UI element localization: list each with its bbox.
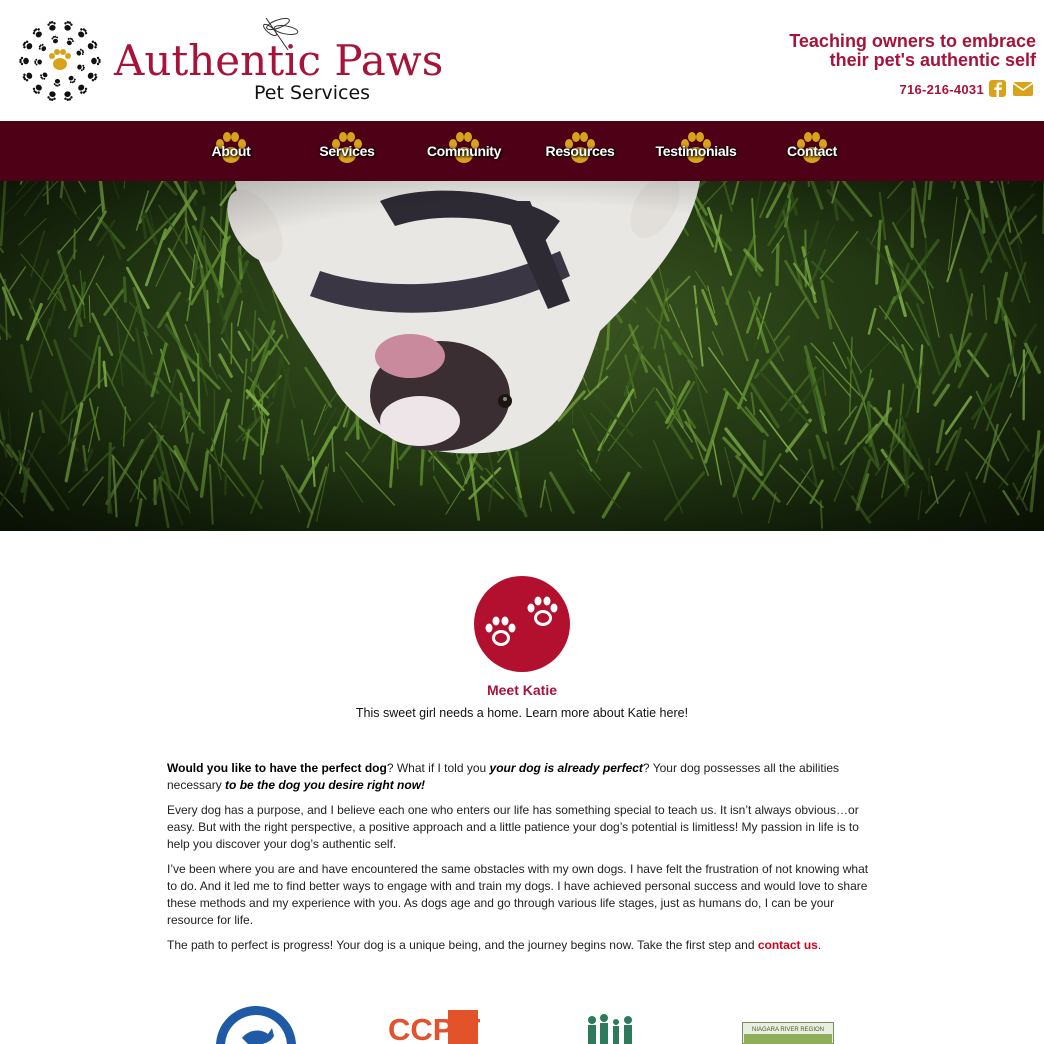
- paw-ring-logo-icon: [19, 21, 101, 101]
- ccpdt-text: CCPDT: [388, 1012, 480, 1044]
- site-header: Authentic Paws Pet Services Teaching own…: [0, 0, 1044, 121]
- intro-paragraph-4: The path to perfect is progress! Your do…: [167, 937, 879, 954]
- intro-bold-question: Would you like to have the perfect dog: [167, 761, 387, 775]
- intro-emphasis: to be the dog you desire right now!: [225, 778, 426, 792]
- nav-label: Resources: [545, 143, 615, 159]
- nav-label: About: [211, 143, 251, 159]
- nav-item-contact[interactable]: Contact: [754, 121, 870, 181]
- meet-katie-title[interactable]: Meet Katie: [0, 682, 1044, 698]
- intro-paragraph-1: Would you like to have the perfect dog? …: [167, 760, 879, 794]
- hero-dog-illustration: [0, 181, 1044, 531]
- nav-label: Services: [319, 143, 375, 159]
- nav-item-community[interactable]: Community: [406, 121, 522, 181]
- tagline: Teaching owners to embrace their pet's a…: [789, 32, 1036, 70]
- paws-icon: [485, 596, 558, 646]
- intro-text: .: [817, 938, 822, 952]
- facebook-icon[interactable]: [988, 80, 1008, 98]
- tagline-line-2: their pet's authentic self: [829, 50, 1036, 70]
- intro-paragraph-2: Every dog has a purpose, and I believe e…: [167, 803, 859, 851]
- intro-content: Would you like to have the perfect dog? …: [167, 760, 879, 962]
- nav-item-testimonials[interactable]: Testimonials: [638, 121, 754, 181]
- contact-us-link[interactable]: contact us: [758, 938, 818, 952]
- site-logo[interactable]: Authentic Paws Pet Services: [8, 16, 443, 108]
- niagara-text: NIAGARA RIVER REGION: [752, 1027, 824, 1033]
- tagline-line-1: Teaching owners to embrace: [789, 31, 1036, 51]
- phone-link[interactable]: 716-216-4031: [899, 82, 984, 97]
- main-nav: About Services Community Resources Testi…: [0, 121, 1044, 181]
- contact-row: 716-216-4031: [899, 80, 1034, 98]
- brand-subtitle: Pet Services: [254, 82, 371, 104]
- hero-image: [0, 181, 1044, 531]
- meet-katie-text: This sweet girl needs a home. Learn more…: [355, 706, 689, 720]
- apdt-logo[interactable]: [214, 1004, 298, 1044]
- brand-name: Authentic Paws: [114, 36, 444, 85]
- niagara-river-region-logo[interactable]: NIAGARA RIVER REGION: [742, 1022, 834, 1044]
- nav-item-about[interactable]: About: [173, 121, 289, 181]
- nav-item-resources[interactable]: Resources: [522, 121, 638, 181]
- nav-label: Community: [426, 143, 502, 159]
- envelope-icon[interactable]: [1012, 80, 1034, 98]
- family-icon[interactable]: [582, 1014, 640, 1044]
- nav-item-services[interactable]: Services: [289, 121, 405, 181]
- intro-emphasis: your dog is already perfect: [489, 761, 643, 775]
- meet-katie-icon-button[interactable]: [474, 576, 570, 672]
- intro-text: ? What if I told you: [386, 761, 490, 775]
- nav-label: Contact: [786, 143, 837, 159]
- intro-paragraph-3: I’ve been where you are and have encount…: [167, 862, 869, 927]
- intro-text: The path to perfect is progress! Your do…: [167, 938, 758, 952]
- ccpdt-logo[interactable]: CCPDT: [386, 1010, 480, 1044]
- nav-label: Testimonials: [655, 143, 737, 159]
